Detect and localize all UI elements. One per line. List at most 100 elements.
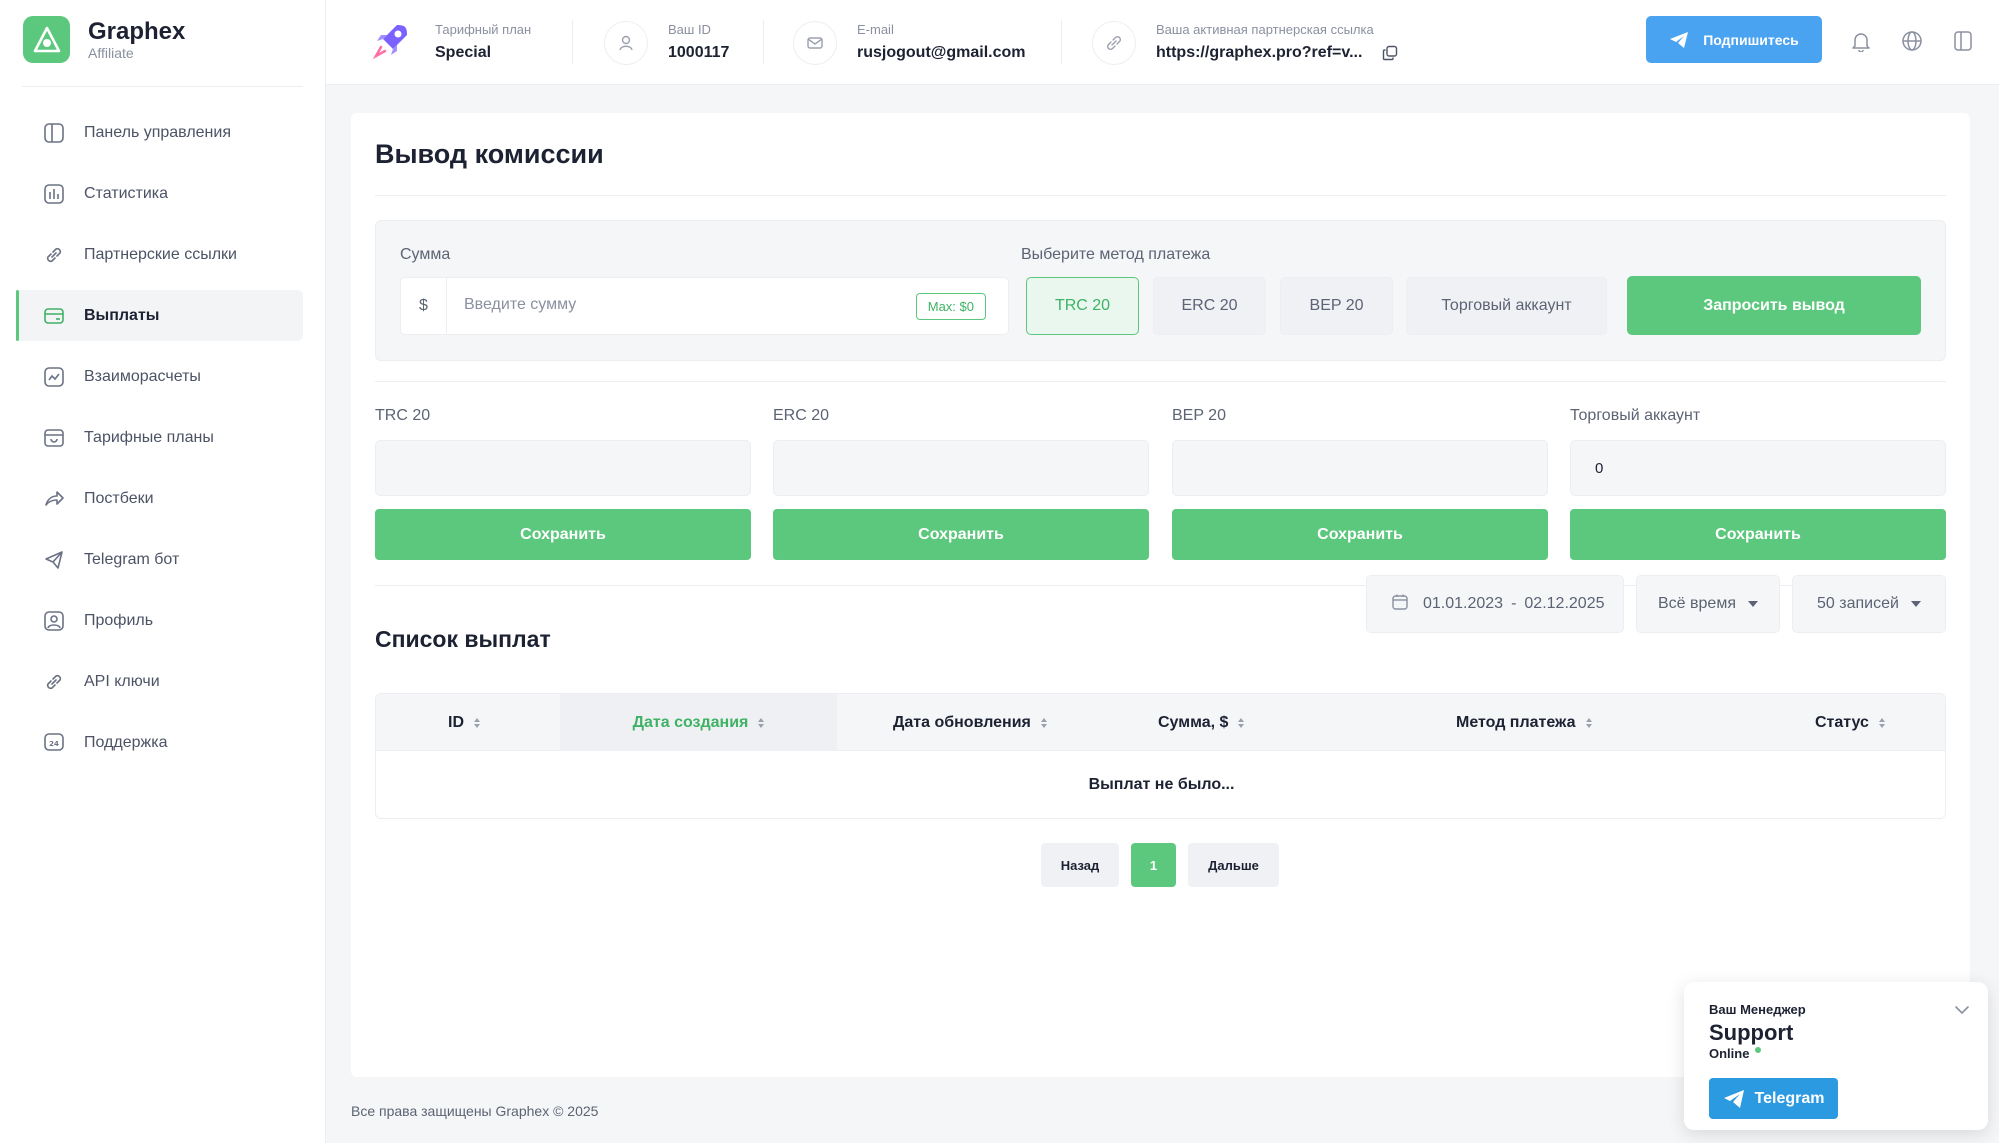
- amount-placeholder: Введите сумму: [464, 296, 577, 313]
- method-erc20-button[interactable]: ERC 20: [1153, 277, 1266, 335]
- dashboard-icon: [42, 121, 66, 145]
- sidebar-item-label: Взаиморасчеты: [84, 367, 201, 385]
- brand[interactable]: Graphex Affiliate: [23, 16, 185, 63]
- save-bep20-button[interactable]: Сохранить: [1172, 509, 1548, 560]
- method-trc20-button[interactable]: TRC 20: [1026, 277, 1139, 335]
- sidebar-item-payouts[interactable]: Выплаты: [16, 290, 303, 341]
- sidebar-item-postbacks[interactable]: Постбеки: [16, 473, 303, 524]
- wallet-label: BEP 20: [1172, 407, 1226, 424]
- save-erc20-button[interactable]: Сохранить: [773, 509, 1149, 560]
- header-divider: [1061, 20, 1062, 64]
- link-icon: [42, 243, 66, 267]
- pagination-page-1[interactable]: 1: [1131, 843, 1176, 887]
- wallet-bep20-input[interactable]: [1172, 440, 1548, 496]
- manager-label: Ваш Менеджер: [1709, 1002, 1806, 1017]
- sidebar-item-label: Панель управления: [84, 123, 231, 141]
- calendar-icon: [1391, 593, 1409, 616]
- profile-icon: [42, 609, 66, 633]
- sort-icon: [1878, 717, 1885, 728]
- user-id-value: 1000117: [668, 44, 730, 61]
- date-range-picker[interactable]: 01.01.2023 - 02.12.2025: [1366, 575, 1624, 633]
- empty-state-text: Выплат не было...: [1088, 776, 1235, 793]
- globe-icon[interactable]: [1899, 28, 1925, 54]
- link-icon: [1092, 20, 1136, 65]
- period-dropdown[interactable]: Всё время: [1636, 575, 1780, 633]
- max-amount-badge[interactable]: Max: $0: [915, 293, 986, 320]
- email-value: rusjogout@gmail.com: [857, 44, 1026, 61]
- tariff-plan-label: Тарифный план: [435, 22, 532, 37]
- wallet-erc20-input[interactable]: [773, 440, 1149, 496]
- support-icon: 24: [42, 731, 66, 755]
- telegram-icon: [42, 548, 66, 572]
- sidebar-item-links[interactable]: Партнерские ссылки: [16, 229, 303, 280]
- amount-input[interactable]: $ Введите сумму Max: $0: [400, 277, 1009, 335]
- bell-icon[interactable]: [1848, 28, 1874, 54]
- sidebar-item-dashboard[interactable]: Панель управления: [16, 107, 303, 158]
- rocket-icon: [371, 19, 413, 66]
- header-divider: [572, 20, 573, 64]
- sidebar-item-stats[interactable]: Статистика: [16, 168, 303, 219]
- chevron-down-icon[interactable]: [1952, 1000, 1972, 1020]
- manager-widget: Ваш Менеджер Support Online Telegram: [1684, 982, 1988, 1130]
- wallet-trading-account: Торговый аккаунт 0 Сохранить: [1570, 407, 1946, 560]
- user-icon: [604, 20, 648, 65]
- sidebar-item-profile[interactable]: Профиль: [16, 595, 303, 646]
- column-header-method[interactable]: Метод платежа: [1456, 694, 1592, 751]
- footer-copyright: Все права защищены Graphex © 2025: [351, 1103, 599, 1119]
- stats-icon: [42, 182, 66, 206]
- header-divider: [763, 20, 764, 64]
- copy-icon[interactable]: [1382, 45, 1398, 61]
- title-divider: [375, 195, 1946, 196]
- settlements-icon: [42, 365, 66, 389]
- sidebar: Graphex Affiliate Панель управления Стат…: [0, 0, 326, 1143]
- manager-name: Support: [1709, 1020, 1794, 1045]
- pagination-prev-button[interactable]: Назад: [1041, 843, 1119, 887]
- sidebar-item-settlements[interactable]: Взаиморасчеты: [16, 351, 303, 402]
- column-header-id[interactable]: ID: [448, 694, 480, 751]
- sidebar-item-api-keys[interactable]: API ключи: [16, 656, 303, 707]
- brand-name: Graphex: [88, 17, 186, 45]
- request-withdrawal-button[interactable]: Запросить вывод: [1627, 276, 1921, 335]
- wallet-bep20: BEP 20 Сохранить: [1172, 407, 1548, 560]
- per-page-dropdown[interactable]: 50 записей: [1792, 575, 1946, 633]
- wallet-label: Торговый аккаунт: [1570, 407, 1701, 424]
- sidebar-item-plans[interactable]: Тарифные планы: [16, 412, 303, 463]
- column-header-created[interactable]: Дата создания: [560, 694, 837, 751]
- section-divider: [375, 381, 1946, 382]
- api-key-icon: [42, 670, 66, 694]
- postback-icon: [42, 487, 66, 511]
- referral-link-value[interactable]: https://graphex.pro?ref=v...: [1156, 42, 1362, 64]
- sidebar-item-label: Профиль: [84, 611, 154, 629]
- column-header-amount[interactable]: Сумма, $: [1158, 694, 1245, 751]
- method-bep20-button[interactable]: BEP 20: [1280, 277, 1393, 335]
- payouts-table: ID Дата создания Дата обновления Сумма, …: [375, 693, 1946, 819]
- subscribe-button[interactable]: Подпишитесь: [1646, 16, 1822, 63]
- wallet-trc20: TRC 20 Сохранить: [375, 407, 751, 560]
- save-trading-account-button[interactable]: Сохранить: [1570, 509, 1946, 560]
- column-label: Дата создания: [632, 713, 749, 731]
- layout-toggle-icon[interactable]: [1950, 28, 1976, 54]
- pagination-next-button[interactable]: Дальше: [1188, 843, 1279, 887]
- chevron-down-icon: [1910, 601, 1921, 607]
- graphex-logo-icon: [23, 16, 70, 63]
- method-trading-account-button[interactable]: Торговый аккаунт: [1406, 277, 1607, 335]
- sidebar-item-telegram-bot[interactable]: Telegram бот: [16, 534, 303, 585]
- sidebar-item-label: Постбеки: [84, 489, 154, 507]
- wallet-label: TRC 20: [375, 407, 431, 424]
- telegram-contact-button[interactable]: Telegram: [1709, 1078, 1838, 1119]
- sidebar-divider: [22, 86, 303, 87]
- table-header: ID Дата создания Дата обновления Сумма, …: [376, 694, 1945, 751]
- sidebar-item-label: Партнерские ссылки: [84, 245, 237, 263]
- sidebar-item-support[interactable]: 24 Поддержка: [16, 717, 303, 768]
- sort-icon: [1585, 717, 1592, 728]
- wallet-trc20-input[interactable]: [375, 440, 751, 496]
- plans-icon: [42, 426, 66, 450]
- telegram-button-label: Telegram: [1754, 1089, 1825, 1107]
- sort-icon: [758, 717, 765, 728]
- column-header-status[interactable]: Статус: [1815, 694, 1885, 751]
- save-trc20-button[interactable]: Сохранить: [375, 509, 751, 560]
- column-label: Дата обновления: [893, 713, 1031, 731]
- wallet-trading-account-input[interactable]: 0: [1570, 440, 1946, 496]
- column-label: Статус: [1815, 713, 1869, 731]
- column-header-updated[interactable]: Дата обновления: [893, 694, 1047, 751]
